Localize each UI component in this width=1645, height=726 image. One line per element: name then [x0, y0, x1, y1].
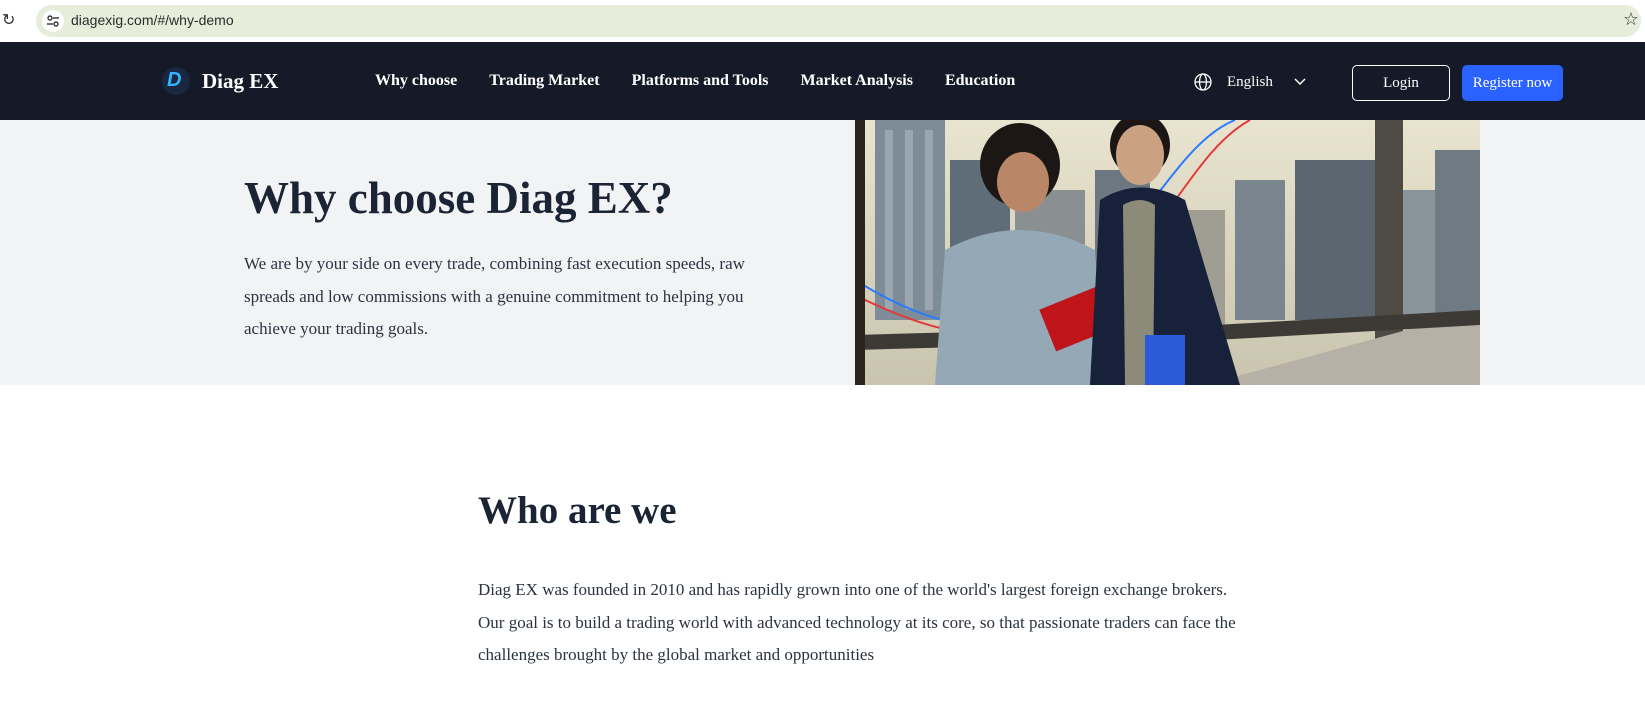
hero-title: Why choose Diag EX? [244, 173, 673, 223]
hero-section: Why choose Diag EX? We are by your side … [0, 120, 1645, 385]
who-section-description: Diag EX was founded in 2010 and has rapi… [478, 580, 1236, 664]
browser-toolbar: ↻ diagexig.com/#/why-demo ☆ [0, 0, 1645, 42]
brand-logo[interactable]: D Diag EX [162, 67, 278, 95]
nav-market-analysis[interactable]: Market Analysis [801, 72, 913, 90]
nav-platforms-tools[interactable]: Platforms and Tools [632, 72, 769, 90]
main-nav: Why choose Trading Market Platforms and … [375, 72, 1047, 90]
site-info-icon[interactable] [42, 10, 64, 32]
nav-education[interactable]: Education [945, 72, 1015, 90]
register-button[interactable]: Register now [1462, 65, 1563, 101]
address-bar[interactable]: diagexig.com/#/why-demo ☆ [36, 5, 1641, 37]
nav-trading-market[interactable]: Trading Market [489, 72, 599, 90]
nav-why-choose[interactable]: Why choose [375, 72, 457, 90]
brand-name: Diag EX [202, 68, 279, 93]
bookmark-star-icon[interactable]: ☆ [1623, 9, 1639, 30]
hero-photo [855, 120, 1480, 385]
hero-description: We are by your side on every trade, comb… [244, 254, 745, 338]
who-section-title: Who are we [478, 489, 677, 532]
login-button[interactable]: Login [1352, 65, 1450, 101]
language-selector[interactable]: English [1193, 72, 1307, 92]
chevron-down-icon [1294, 78, 1306, 86]
language-label: English [1227, 73, 1273, 90]
logo-mark-icon: D [162, 67, 190, 95]
globe-icon [1194, 73, 1212, 91]
site-header: D Diag EX Why choose Trading Market Plat… [0, 42, 1645, 120]
logo-mark-letter: D [167, 69, 182, 91]
reload-icon[interactable]: ↻ [2, 10, 20, 30]
url-text[interactable]: diagexig.com/#/why-demo [71, 12, 234, 28]
